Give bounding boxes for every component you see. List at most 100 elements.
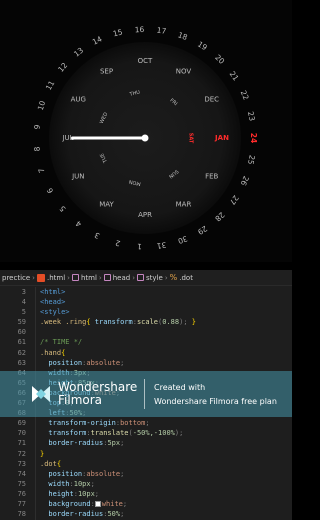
selector-icon: %	[169, 273, 178, 282]
code-text: .dot{	[40, 459, 61, 469]
date-26: 26	[239, 175, 251, 188]
code-line[interactable]: 73 .dot{	[0, 459, 292, 469]
code-token: ;	[120, 439, 125, 448]
clock-face: 123456789101112131415 16 17 181920212223242…	[32, 25, 258, 251]
code-text: <head>	[40, 297, 65, 307]
code-token: absolute	[86, 358, 121, 367]
date-7: 7	[36, 167, 46, 174]
code-token: width	[40, 479, 70, 488]
code-line[interactable]: 69 transform-origin:bottom;	[0, 418, 292, 428]
code-token: absolute	[86, 469, 121, 478]
breadcrumb-item-head[interactable]: head	[103, 274, 130, 282]
month-jun: JUN	[71, 173, 84, 181]
code-line[interactable]: 5 <style>	[0, 307, 292, 317]
code-line[interactable]: 4 <head>	[0, 297, 292, 307]
code-token: 0.88	[162, 318, 180, 327]
date-13: 13	[72, 46, 85, 59]
chevron-right-icon: ›	[132, 273, 136, 282]
code-line[interactable]: 78 border-radius:50%;	[0, 509, 292, 519]
date-1: 1	[137, 242, 142, 251]
code-text: .week .ring{ transform:scale(0.88); }	[40, 317, 196, 327]
line-number: 70	[17, 429, 26, 438]
code-token: transform-origin	[40, 419, 116, 428]
code-token: transform	[94, 318, 133, 327]
date-14: 14	[91, 34, 104, 46]
code-token: ;	[120, 469, 125, 478]
element-icon	[103, 274, 111, 281]
date-24: 24	[249, 133, 258, 143]
code-line[interactable]: 72}	[0, 449, 292, 459]
code-line[interactable]: 74 position:absolute;	[0, 469, 292, 479]
element-icon	[137, 274, 145, 281]
line-number: 74	[17, 469, 26, 478]
line-number: 77	[17, 499, 26, 508]
code-token: border-radius	[40, 510, 104, 519]
breadcrumb-item-html[interactable]: html	[71, 274, 97, 282]
code-line[interactable]: 3 <html>	[0, 287, 292, 297]
code-token: 5px	[107, 439, 121, 448]
code-line[interactable]: 59 .week .ring{ transform:scale(0.88); }	[0, 317, 292, 327]
clock-center-dot	[141, 134, 149, 142]
breadcrumb-item-selector[interactable]: % .dot	[170, 273, 193, 282]
code-token: -50%,-100%	[132, 429, 175, 438]
date-25: 25	[246, 154, 257, 165]
watermark-plan-text: Wondershare Filmora free plan	[154, 397, 277, 406]
code-token: /* TIME */	[40, 338, 83, 347]
date-22: 22	[239, 89, 251, 102]
date-30: 30	[176, 234, 188, 246]
filmora-brand-name: Wondershare Filmora	[58, 380, 138, 407]
code-token: );	[179, 318, 188, 327]
weekday-sat: SAT	[188, 133, 194, 144]
code-text: border-radius:50%;	[40, 509, 124, 519]
code-text: /* TIME */	[40, 337, 82, 347]
date-6: 6	[45, 186, 55, 195]
date-15: 15	[112, 27, 124, 38]
code-token: ;	[120, 358, 125, 367]
month-sep: SEP	[100, 67, 113, 75]
html-file-icon	[36, 273, 45, 282]
code-token: }	[40, 449, 45, 458]
code-token: background	[40, 499, 91, 508]
code-token: 10px	[73, 479, 91, 488]
code-line[interactable]: 63 position:absolute;	[0, 358, 292, 368]
code-token: bottom	[120, 419, 146, 428]
color-swatch	[94, 500, 101, 507]
code-line[interactable]: 70 transform:translate(-50%,-100%);	[0, 428, 292, 438]
date-9: 9	[32, 124, 41, 130]
breadcrumb: precti​ce › .html › html › head › style …	[0, 270, 292, 286]
code-token: <style>	[40, 308, 70, 317]
line-number: 60	[17, 328, 26, 337]
code-line[interactable]: 71 border-radius:5px;	[0, 438, 292, 448]
clock-hand	[71, 136, 145, 140]
breadcrumb-item-file[interactable]: .html	[36, 273, 65, 282]
breadcrumb-item-style[interactable]: style	[137, 274, 163, 282]
filmora-watermark: Wondershare Filmora Created with Wonders…	[0, 371, 292, 417]
element-icon	[71, 274, 79, 281]
code-line[interactable]: 75 width:10px;	[0, 479, 292, 489]
code-line[interactable]: 60	[0, 327, 292, 337]
watermark-divider	[144, 379, 145, 409]
code-token: border-radius	[40, 439, 104, 448]
watermark-created-text: Created with	[154, 383, 206, 392]
date-28: 28	[213, 210, 226, 223]
code-token: );	[174, 429, 184, 438]
code-token: <html>	[40, 288, 66, 296]
code-token: transform	[40, 429, 87, 438]
code-line[interactable]: 77 background: white;	[0, 499, 292, 509]
month-oct: OCT	[138, 57, 153, 65]
line-number: 5	[21, 308, 26, 317]
line-number: 59	[17, 318, 26, 327]
date-20: 20	[213, 53, 226, 66]
code-text: background:white;	[40, 499, 127, 509]
code-line[interactable]: 62 .hand{	[0, 348, 292, 358]
code-line[interactable]: 61 /* TIME */	[0, 337, 292, 347]
code-token: ;	[94, 489, 100, 498]
code-token: {	[56, 459, 62, 468]
code-line[interactable]: 76 height:10px;	[0, 489, 292, 499]
month-mar: MAR	[176, 201, 192, 209]
code-token: ;	[122, 499, 128, 508]
chevron-right-icon: ›	[98, 273, 102, 282]
code-text: <style>	[40, 307, 70, 317]
breadcrumb-item-folder[interactable]: precti​ce	[2, 274, 30, 282]
code-token: 50%	[107, 510, 121, 519]
